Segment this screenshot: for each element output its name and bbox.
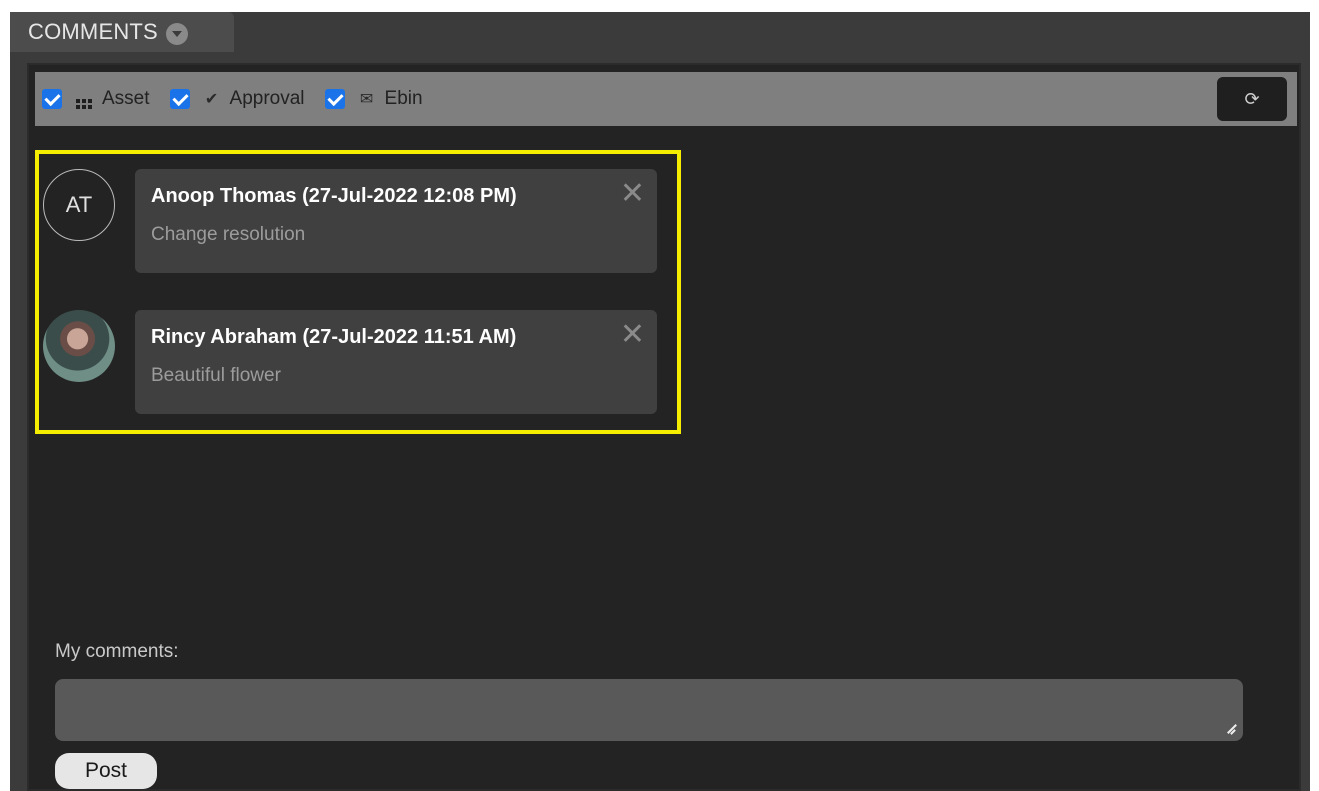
close-icon[interactable]: ✕ — [620, 320, 645, 350]
approval-checkbox[interactable] — [169, 89, 190, 109]
comments-window: COMMENTS Asset ✔ Approval ✉ Ebin ⟳ AT An… — [10, 12, 1310, 791]
grid-icon — [74, 90, 94, 109]
comment-bubble: Rincy Abraham (27-Jul-2022 11:51 AM) Bea… — [135, 310, 657, 414]
asset-checkbox[interactable] — [42, 89, 62, 109]
post-button[interactable]: Post — [55, 753, 157, 789]
comment-text: Change resolution — [151, 224, 306, 245]
comment-author: Rincy Abraham (27-Jul-2022 11:51 AM) — [151, 326, 517, 348]
mail-icon: ✉ — [359, 91, 374, 108]
ebin-label: Ebin — [384, 88, 423, 109]
comment-item: Rincy Abraham (27-Jul-2022 11:51 AM) Bea… — [43, 310, 657, 414]
resize-grip-icon[interactable] — [1224, 722, 1238, 736]
filter-asset[interactable]: Asset — [42, 88, 150, 110]
approval-label: Approval — [229, 88, 305, 109]
comment-text: Beautiful flower — [151, 365, 281, 386]
comments-tab-title: COMMENTS — [28, 19, 158, 44]
comment-author: Anoop Thomas (27-Jul-2022 12:08 PM) — [151, 185, 517, 207]
comment-input[interactable] — [55, 679, 1243, 741]
comments-panel: Asset ✔ Approval ✉ Ebin ⟳ AT Anoop Thoma… — [27, 63, 1301, 791]
avatar: AT — [43, 169, 115, 241]
refresh-icon: ⟳ — [1244, 88, 1260, 109]
my-comments-label: My comments: — [55, 641, 179, 662]
comment-item: AT Anoop Thomas (27-Jul-2022 12:08 PM) C… — [43, 169, 657, 273]
ebin-checkbox[interactable] — [324, 89, 345, 109]
comment-bubble: Anoop Thomas (27-Jul-2022 12:08 PM) Chan… — [135, 169, 657, 273]
refresh-button[interactable]: ⟳ — [1217, 77, 1287, 121]
filter-approval[interactable]: ✔ Approval — [169, 88, 305, 110]
filter-ebin[interactable]: ✉ Ebin — [324, 88, 423, 110]
chevron-down-icon[interactable] — [165, 23, 188, 45]
filter-toolbar: Asset ✔ Approval ✉ Ebin ⟳ — [35, 72, 1297, 126]
comments-tab[interactable]: COMMENTS — [10, 12, 234, 52]
avatar — [43, 310, 115, 382]
close-icon[interactable]: ✕ — [620, 179, 645, 209]
check-icon: ✔ — [204, 91, 219, 108]
asset-label: Asset — [102, 88, 150, 109]
